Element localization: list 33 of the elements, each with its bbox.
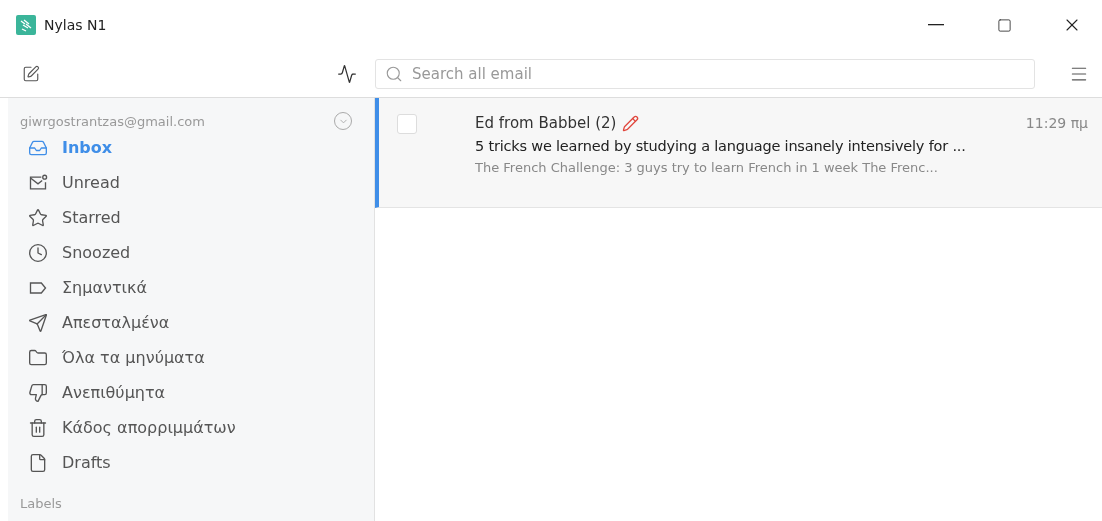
search-field[interactable]: Search all email <box>375 58 1035 89</box>
star-icon <box>28 207 48 228</box>
send-icon <box>28 312 48 333</box>
search-icon <box>385 64 403 83</box>
app-logo <box>16 15 36 35</box>
folder-icon <box>28 347 48 368</box>
checkbox[interactable] <box>397 114 417 134</box>
message-snippet: The French Challenge: 3 guys try to learn French in 1 week The Frenc... <box>475 160 939 175</box>
message-row[interactable]: Ed from Babbel (2) 11:29 πμ 5 tricks we learned by studying a language insanely intensively for ... The French Challenge: 3 guys try to learn French in 1 week The Frenc... <box>375 98 1102 208</box>
clock-icon <box>28 242 48 263</box>
message-sender: Ed from Babbel (2) <box>475 114 617 132</box>
sidebar-item[interactable]: Snoozed <box>20 235 374 270</box>
message-time: 11:29 πμ <box>1025 115 1088 131</box>
sidebar-item[interactable]: Σημαντικά <box>20 270 374 305</box>
sidebar-item[interactable]: Κάδος απορριμμάτων <box>20 410 374 445</box>
activity-button[interactable] <box>337 63 357 84</box>
envelope-icon <box>28 172 48 193</box>
message-subject: 5 tricks we learned by studying a language insanely intensively for ... <box>475 138 967 154</box>
compose-button[interactable] <box>22 64 40 83</box>
file-icon <box>28 452 48 473</box>
sidebar-item[interactable]: Unread <box>20 165 374 200</box>
sidebar-item[interactable]: Starred <box>20 200 374 235</box>
sidebar-item[interactable]: Drafts <box>20 445 374 480</box>
section-heading: Labels <box>20 496 63 511</box>
sidebar-item[interactable]: Όλα τα μηνύματα <box>20 340 374 375</box>
window-title: Nylas N1 <box>44 17 108 33</box>
sidebar-item[interactable]: Απεσταλμένα <box>20 305 374 340</box>
trash-icon <box>28 417 48 438</box>
minimize-icon <box>928 24 944 26</box>
sidebar-item[interactable]: Ανεπιθύμητα <box>20 375 374 410</box>
maximize-icon <box>996 17 1012 33</box>
thumbs-down-icon <box>28 382 48 403</box>
account-email: giwrgostrantzas@gmail.com <box>20 113 205 129</box>
